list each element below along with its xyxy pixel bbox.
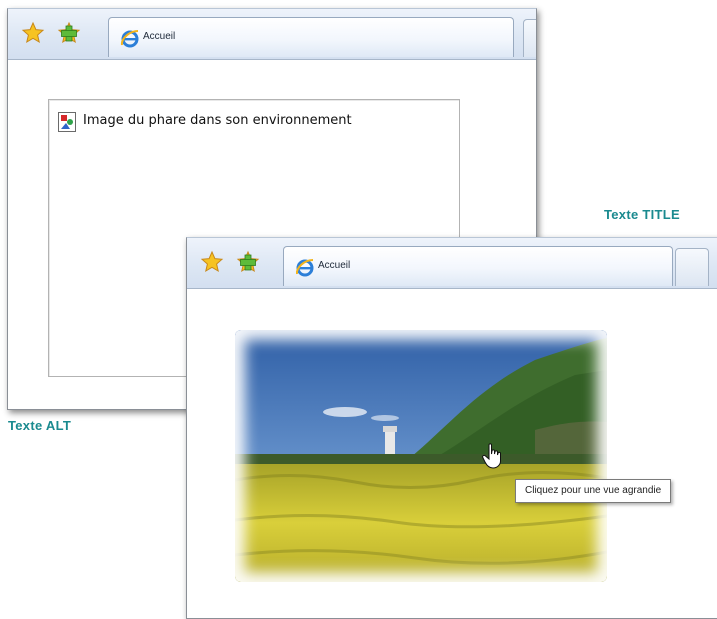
add-favorites-button[interactable] [235, 249, 261, 275]
broken-image-icon [58, 112, 76, 132]
browser-window-title: Accueil Cliquez pour une vue agrandie [186, 237, 717, 619]
tab-label: Accueil [143, 31, 176, 42]
star-icon [21, 21, 45, 44]
ie-icon [120, 30, 139, 48]
lighthouse-photo[interactable] [235, 330, 607, 582]
caption-alt-text: Texte ALT [8, 418, 72, 433]
tab-bar: Accueil [187, 238, 717, 289]
lighthouse-landscape-image [235, 330, 607, 582]
favorites-button[interactable] [199, 249, 225, 275]
add-star-icon [57, 21, 81, 44]
ie-icon [295, 259, 314, 277]
hand-cursor-icon [482, 443, 501, 469]
tab-bar: Accueil [8, 9, 536, 60]
tab-accueil[interactable]: Accueil [108, 17, 514, 57]
alt-text: Image du phare dans son environnement [83, 113, 352, 128]
add-favorites-button[interactable] [56, 20, 82, 46]
tab-accueil[interactable]: Accueil [283, 246, 673, 286]
caption-title-text: Texte TITLE [604, 207, 681, 222]
favorites-button[interactable] [20, 20, 46, 46]
new-tab-button[interactable] [675, 248, 709, 286]
new-tab-button[interactable] [523, 19, 536, 57]
star-icon [200, 250, 224, 273]
add-star-icon [236, 250, 260, 273]
tab-label: Accueil [318, 260, 351, 271]
title-tooltip: Cliquez pour une vue agrandie [515, 479, 672, 503]
